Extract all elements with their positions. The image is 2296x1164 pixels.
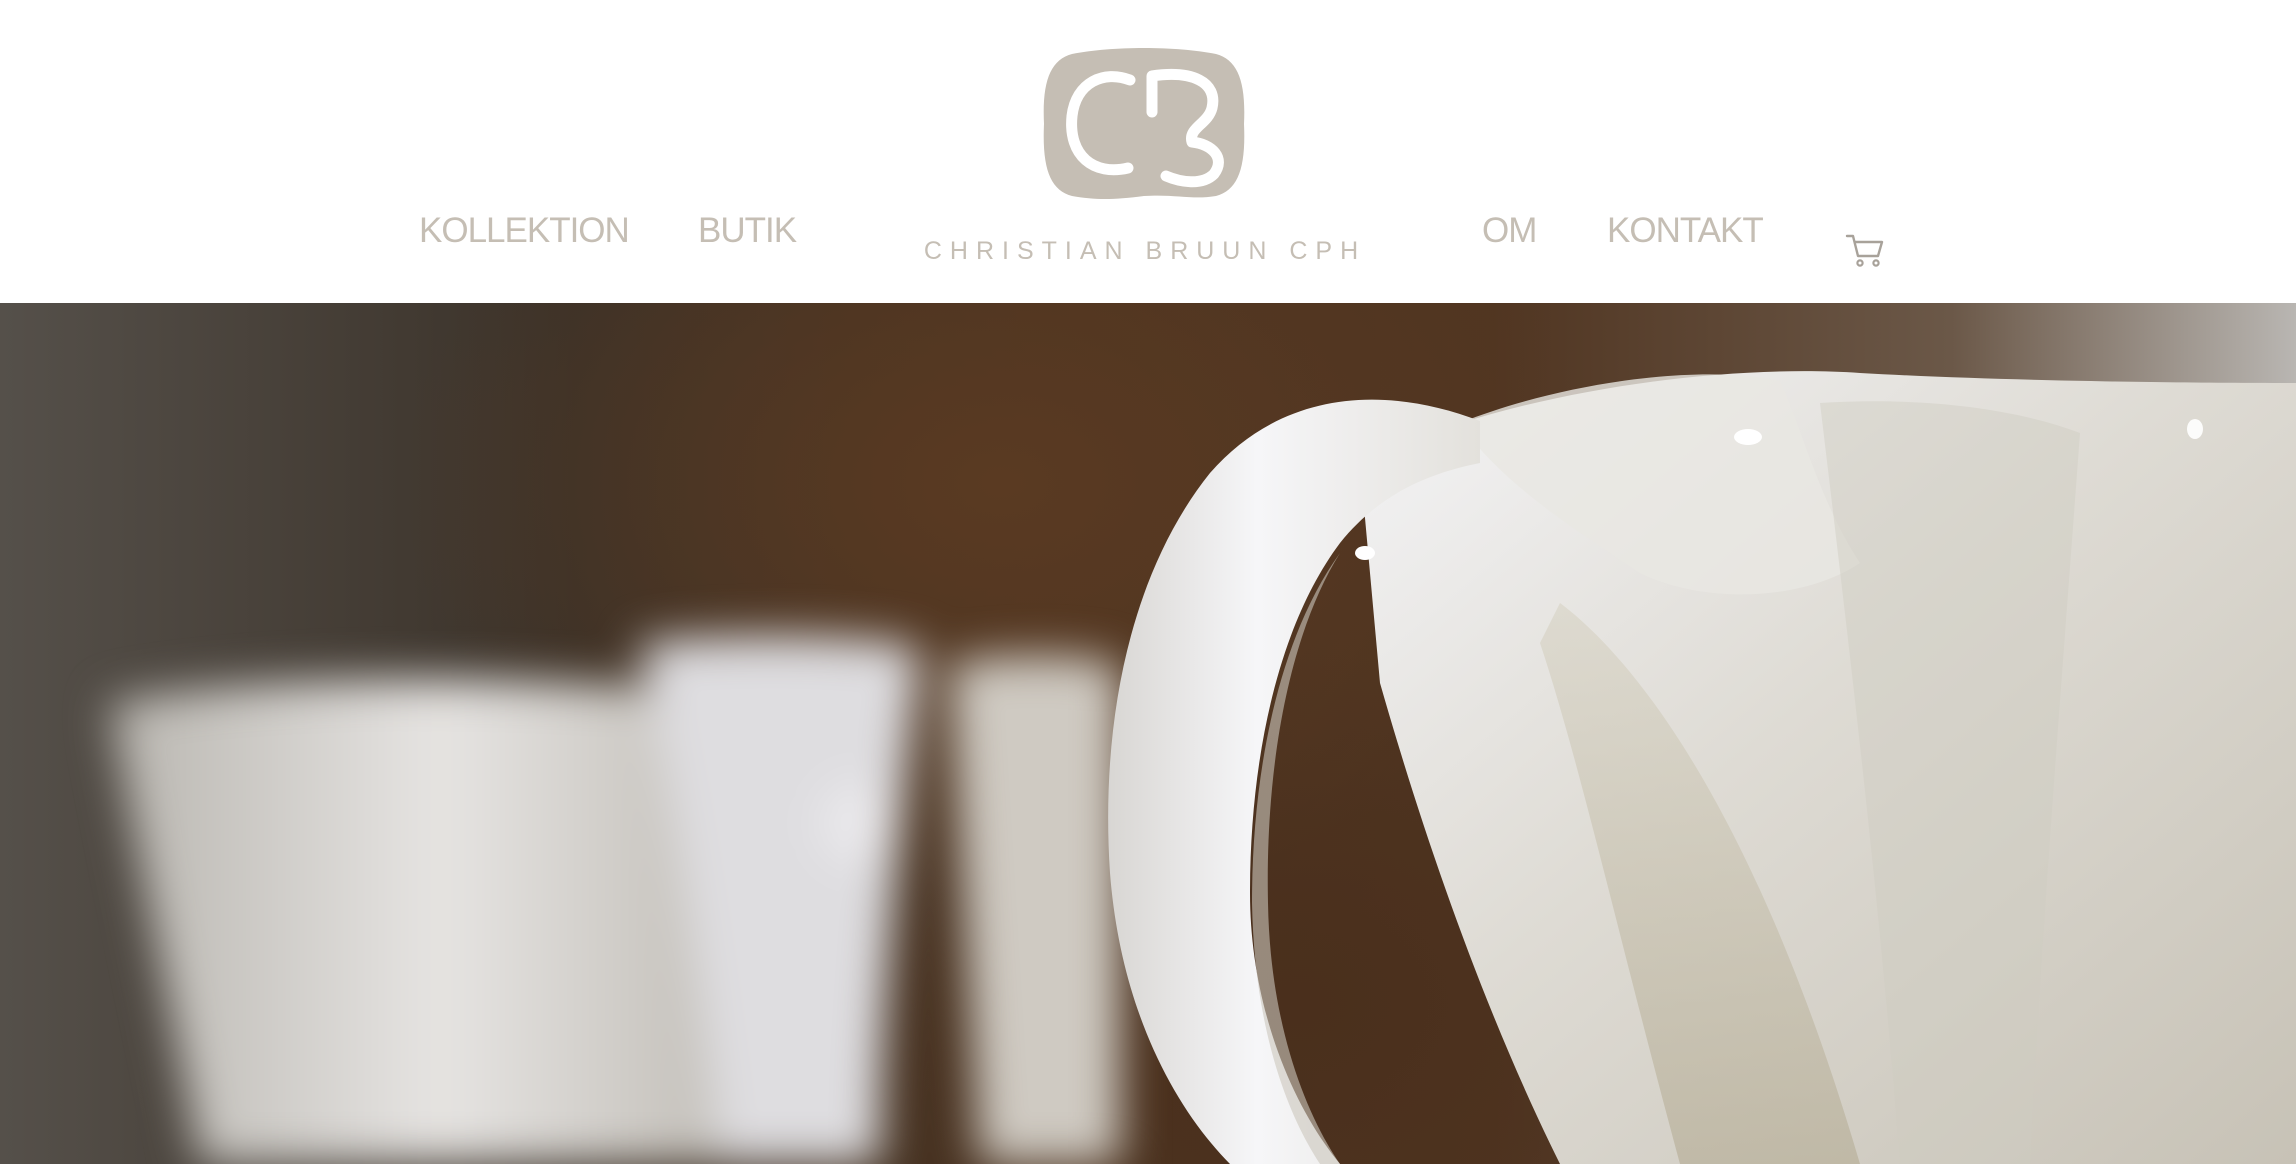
nav-link-om[interactable]: OM xyxy=(1482,207,1537,255)
nav-link-butik[interactable]: BUTIK xyxy=(698,207,797,255)
hero-image xyxy=(0,303,2296,1164)
site-header: KOLLEKTION BUTIK CHRISTIAN BRUUN CPH OM … xyxy=(0,0,2296,303)
porcelain-cups-photo xyxy=(110,371,2296,1164)
shopping-cart-icon[interactable] xyxy=(1845,232,1885,268)
cb-monogram-icon[interactable] xyxy=(1042,46,1246,202)
nav-link-kontakt[interactable]: KONTAKT xyxy=(1607,207,1764,255)
nav-link-kollektion[interactable]: KOLLEKTION xyxy=(419,207,630,255)
brand-name[interactable]: CHRISTIAN BRUUN CPH xyxy=(900,236,1390,266)
